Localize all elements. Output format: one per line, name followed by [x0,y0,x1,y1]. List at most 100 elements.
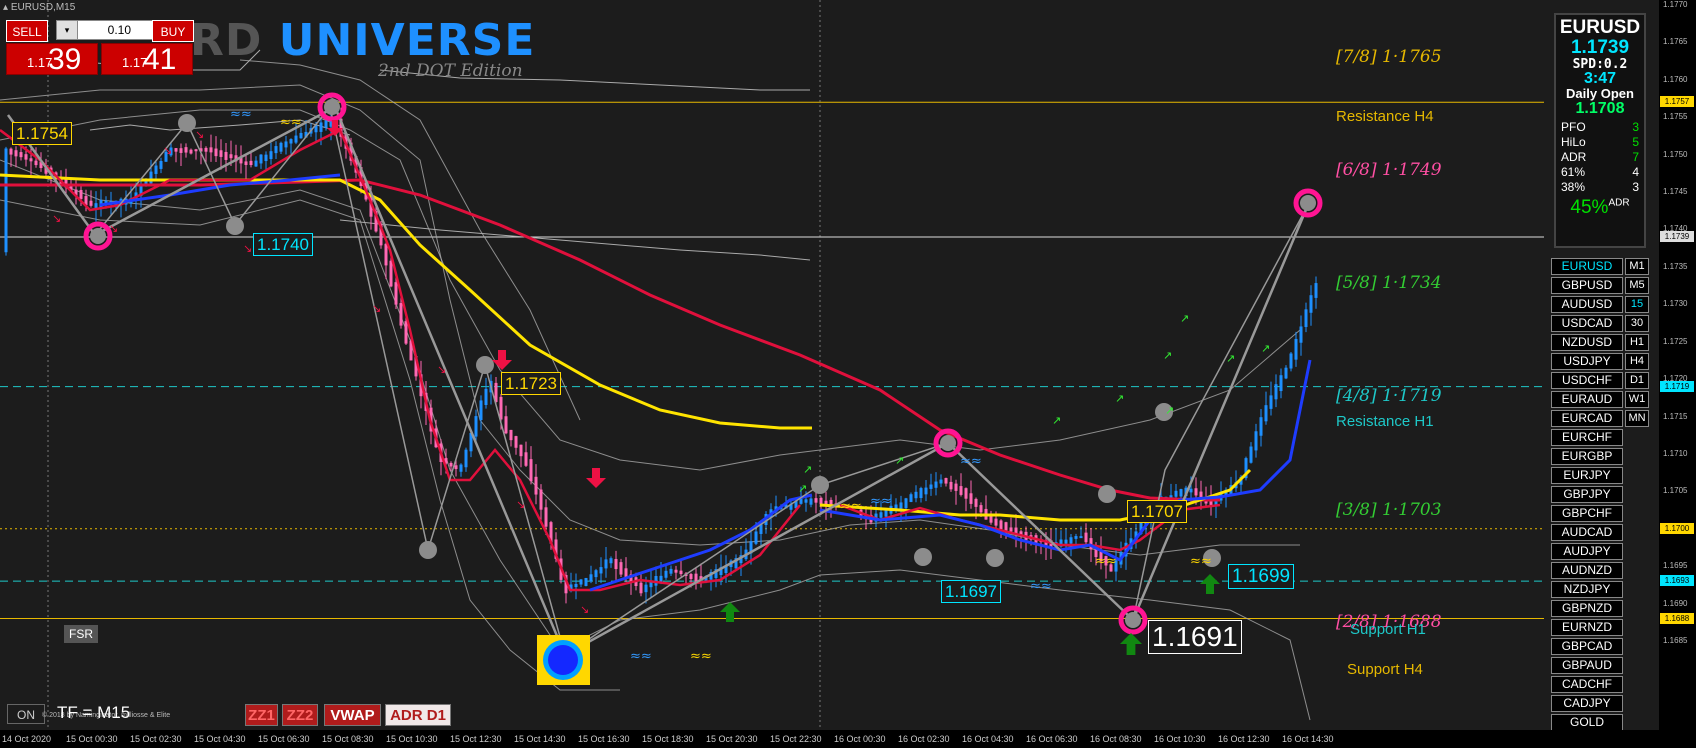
symbol-button-eurgbp[interactable]: EURGBP [1551,448,1623,465]
lot-value[interactable]: 0.10 [108,23,131,37]
candle-body [289,139,293,144]
candle-body [1009,527,1013,532]
adr-percent: 45%ADR [1556,197,1644,219]
collapse-icon[interactable]: ▴ [3,2,8,13]
watermark-subtitle: 2nd DOT Edition [378,61,523,81]
candle-body [579,579,583,585]
support-resistance-label: Support H4 [1347,661,1423,678]
candle-body [954,483,958,491]
symbol-button-eurjpy[interactable]: EURJPY [1551,467,1623,484]
fsr-button[interactable]: FSR [64,625,98,643]
candle-body [209,147,213,153]
candle-body [319,122,323,132]
candle-body [914,491,918,499]
price-level-tag: 1.1688 [1660,612,1694,624]
candle-body [159,160,163,169]
symbol-button-eurcad[interactable]: EURCAD [1551,410,1623,427]
stat-value: 5 [1632,135,1639,149]
candle-body [619,562,623,575]
price-level-tag: 1.1719 [1660,380,1694,392]
price-label: 1.1723 [501,372,561,395]
stat-label: ADR [1561,150,1587,164]
symbol-button-audusd[interactable]: AUDUSD [1551,296,1623,313]
time-tick-label: 15 Oct 00:30 [66,734,118,744]
timeframe-button-h1[interactable]: H1 [1625,334,1649,351]
time-tick-label: 15 Oct 10:30 [386,734,438,744]
symbol-button-nzdjpy[interactable]: NZDJPY [1551,581,1623,598]
sell-button[interactable]: SELL [6,20,48,42]
candle-body [1309,295,1313,313]
symbol-button-usdcad[interactable]: USDCAD [1551,315,1623,332]
buy-button[interactable]: BUY [152,20,194,42]
symbol-button-eurnzd[interactable]: EURNZD [1551,619,1623,636]
symbol-button-cadchf[interactable]: CADCHF [1551,676,1623,693]
indicator-toggle-zz2[interactable]: ZZ2 [282,704,318,726]
timeframe-button-m1[interactable]: M1 [1625,258,1649,275]
pivot-dot [940,435,956,451]
daily-open-label: Daily Open [1566,86,1634,101]
candle-body [664,570,668,578]
candle-body [204,147,208,152]
symbol-button-gbpnzd[interactable]: GBPNZD [1551,600,1623,617]
stat-value: 3 [1632,120,1639,134]
candle-body [644,584,648,593]
symbol-button-nzdusd[interactable]: NZDUSD [1551,334,1623,351]
candle-body [1304,309,1308,328]
timeframe-button-15[interactable]: 15 [1625,296,1649,313]
indicator-toggle-adr-d1[interactable]: ADR D1 [385,704,451,726]
symbol-button-gbpjpy[interactable]: GBPJPY [1551,486,1623,503]
price-tick-label: 1.1745 [1663,187,1688,197]
symbol-button-usdchf[interactable]: USDCHF [1551,372,1623,389]
symbol-button-eurusd[interactable]: EURUSD [1551,258,1623,275]
small-signal-arrow-icon: ↗ [1052,414,1061,427]
timeframe-button-w1[interactable]: W1 [1625,391,1649,408]
symbol-button-gbpchf[interactable]: GBPCHF [1551,505,1623,522]
symbol-button-eurchf[interactable]: EURCHF [1551,429,1623,446]
candle-body [9,148,13,155]
symbol-button-gbpusd[interactable]: GBPUSD [1551,277,1623,294]
candle-body [929,484,933,489]
symbol-button-usdjpy[interactable]: USDJPY [1551,353,1623,370]
murrey-level-label: [6/8] 1·1749 [1336,160,1442,180]
symbol-button-gold[interactable]: GOLD [1551,714,1623,731]
price-label: 1.1697 [941,580,1001,603]
small-signal-arrow-icon: ↗ [1115,392,1124,405]
small-signal-arrow-icon: ↗ [1226,352,1235,365]
indicator-toggle-vwap[interactable]: VWAP [324,704,381,726]
timeframe-button-mn[interactable]: MN [1625,410,1649,427]
buy-price-box[interactable]: 1.17 41 [101,43,193,76]
symbol-button-euraud[interactable]: EURAUD [1551,391,1623,408]
time-tick-label: 15 Oct 08:30 [322,734,374,744]
price-tick-label: 1.1765 [1663,37,1688,47]
candle-body [994,518,998,526]
symbol-button-audcad[interactable]: AUDCAD [1551,524,1623,541]
symbol-button-cadjpy[interactable]: CADJPY [1551,695,1623,712]
candle-body [624,568,628,578]
candle-body [599,567,603,574]
indicator-toggle-zz1[interactable]: ZZ1 [245,704,278,726]
candle-body [964,488,968,499]
symbol-button-audnzd[interactable]: AUDNZD [1551,562,1623,579]
timeframe-button-h4[interactable]: H4 [1625,353,1649,370]
adr-suffix: ADR [1608,197,1630,209]
candle-body [184,147,188,153]
on-toggle-button[interactable]: ON [7,704,45,724]
chart-area[interactable]: ↘ ↘ ↘ ↘ ↘ ↘ ↘ ↘ ↘ ↗ ↗ ↗ ↗ ↗ ↗ ↗ ↗ ↗ ↗ ≈≈ ≈≈ ≈≈ ≈≈ ≈≈ ≈≈ ≈≈ ≈≈ ≈≈ ≈≈ … [0,0,1696,748]
timeframe-button-d1[interactable]: D1 [1625,372,1649,389]
lot-size-field[interactable]: ▾ 0.10 [56,20,160,40]
candle-body [1284,367,1288,379]
candle-body [1179,489,1183,497]
timeframe-button-30[interactable]: 30 [1625,315,1649,332]
time-tick-label: 16 Oct 00:30 [834,734,886,744]
timeframe-button-m5[interactable]: M5 [1625,277,1649,294]
symbol-button-gbpaud[interactable]: GBPAUD [1551,657,1623,674]
price-level-tag: 1.1700 [1660,522,1694,534]
lot-dropdown-icon[interactable]: ▾ [57,21,78,39]
symbol-button-audjpy[interactable]: AUDJPY [1551,543,1623,560]
stat-value: 3 [1632,180,1639,194]
candle-body [219,150,223,157]
symbol-button-gbpcad[interactable]: GBPCAD [1551,638,1623,655]
candle-body [29,158,33,162]
candle-body [454,465,458,470]
sell-price-box[interactable]: 1.17 39 [6,43,98,76]
